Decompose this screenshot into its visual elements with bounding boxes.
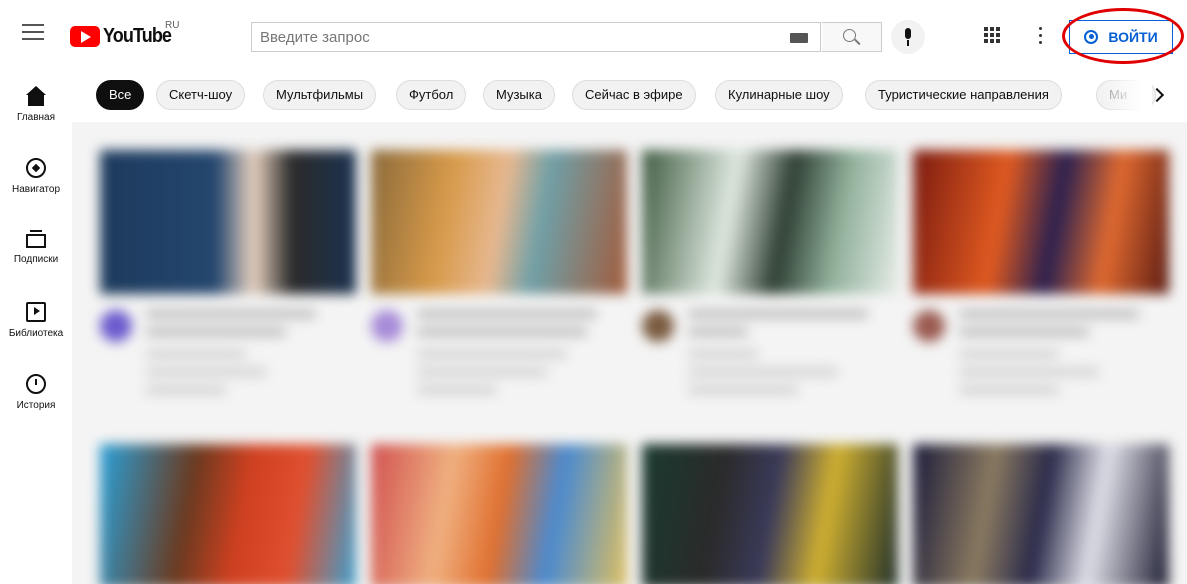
chip-sketch[interactable]: Скетч-шоу [156,80,246,110]
sidebar-item-label: Главная [16,112,56,123]
compass-icon [26,158,46,178]
sidebar-item-subscriptions[interactable]: Подписки [0,214,72,284]
channel-avatar[interactable] [913,310,945,342]
video-thumbnail[interactable] [642,444,898,584]
chip-live[interactable]: Сейчас в эфире [572,80,696,110]
channel-avatar[interactable] [100,310,132,342]
sidebar-item-label: Библиотека [8,328,64,339]
voice-search-button[interactable] [891,20,925,54]
sidebar-item-history[interactable]: История [0,358,72,428]
video-thumbnail[interactable] [913,150,1169,294]
youtube-play-icon [70,25,100,47]
logo-text: YouTube [103,24,172,47]
sidebar-item-label: Навигатор [11,184,61,195]
chip-football[interactable]: Футбол [396,80,467,110]
video-grid [72,122,1187,584]
search-icon [843,29,856,42]
sidebar-item-label: Подписки [13,254,59,265]
sidebar-item-library[interactable]: Библиотека [0,286,72,356]
chip-music[interactable]: Музыка [483,80,555,110]
video-thumbnail[interactable] [371,150,627,294]
chip-travel[interactable]: Туристические направления [865,80,1062,110]
chip-cooking[interactable]: Кулинарные шоу [715,80,843,110]
chip-all[interactable]: Все [96,80,145,110]
top-bar: YouTube RU ВОЙТИ [0,0,1187,70]
microphone-icon [905,28,911,39]
account-circle-icon [1084,30,1099,44]
channel-avatar[interactable] [371,310,403,342]
sign-in-label: ВОЙТИ [1108,29,1158,45]
region-code: RU [165,20,180,31]
history-icon [26,374,46,394]
search-button[interactable] [822,22,882,52]
sidebar-item-explore[interactable]: Навигатор [0,142,72,212]
keyboard-icon[interactable] [790,33,808,43]
mini-guide: Главная Навигатор Подписки Библиотека Ис… [0,70,72,584]
sidebar-item-home[interactable]: Главная [0,70,72,140]
video-thumbnail[interactable] [913,444,1169,584]
home-icon [26,86,46,106]
search-input[interactable] [252,23,768,51]
video-thumbnail[interactable] [100,444,356,584]
library-icon [26,302,46,322]
chip-bar: Все Скетч-шоу Мультфильмы Футбол Музыка … [72,70,1187,122]
sidebar-item-label: История [16,400,56,411]
channel-avatar[interactable] [642,310,674,342]
search-box [251,22,821,52]
chip-cartoons[interactable]: Мультфильмы [263,80,377,110]
video-thumbnail[interactable] [642,150,898,294]
youtube-logo[interactable]: YouTube [70,24,179,48]
video-thumbnail[interactable] [371,444,627,584]
sign-in-button[interactable]: ВОЙТИ [1069,20,1173,54]
subscriptions-icon [26,230,46,248]
apps-grid-icon[interactable] [984,27,1000,43]
chevron-right-icon[interactable] [1147,84,1169,106]
hamburger-menu-icon[interactable] [22,24,44,44]
more-vert-icon[interactable] [1038,27,1044,45]
video-thumbnail[interactable] [100,150,356,294]
